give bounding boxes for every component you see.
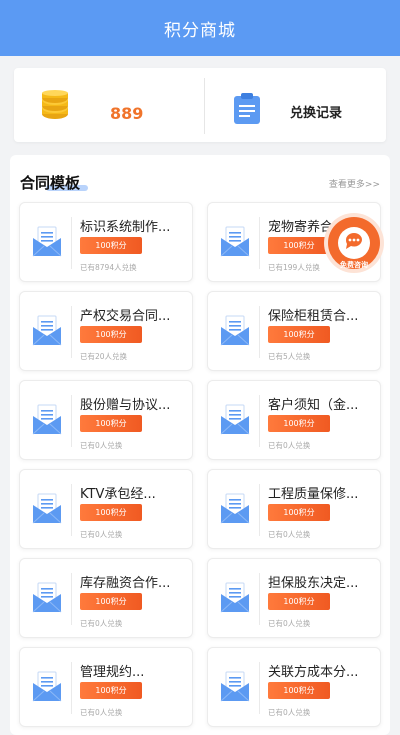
card-title: 保险柜租赁合... xyxy=(268,309,359,324)
redeem-count: 已有0人兑换 xyxy=(80,708,123,717)
template-card[interactable]: 客户须知（金... 100积分 已有0人兑换 xyxy=(207,380,381,460)
card-title: 担保股东决定... xyxy=(268,576,359,591)
redeem-count: 已有0人兑换 xyxy=(268,619,311,628)
card-title: 标识系统制作... xyxy=(80,220,171,235)
card-divider xyxy=(71,306,72,358)
template-card[interactable]: 产权交易合同... 100积分 已有20人兑换 xyxy=(19,291,193,371)
points-price-button[interactable]: 100积分 xyxy=(80,593,142,610)
points-price-button[interactable]: 100积分 xyxy=(268,504,330,521)
redeem-count: 已有8794人兑换 xyxy=(80,263,137,272)
points-price-button[interactable]: 100积分 xyxy=(80,326,142,343)
envelope-document-icon xyxy=(220,492,250,524)
view-more-link[interactable]: 查看更多>> xyxy=(329,177,380,190)
card-title: 关联方成本分... xyxy=(268,665,359,680)
points-price-button[interactable]: 100积分 xyxy=(268,415,330,432)
free-consult-label: 免费咨询 xyxy=(340,261,368,269)
template-card[interactable]: 股份赠与协议... 100积分 已有0人兑换 xyxy=(19,380,193,460)
template-card[interactable]: 管理规约... 100积分 已有0人兑换 xyxy=(19,647,193,727)
card-divider xyxy=(259,306,260,358)
card-divider xyxy=(259,662,260,714)
points-card: 889 兑换记录 xyxy=(14,68,386,142)
card-divider xyxy=(71,217,72,269)
envelope-document-icon xyxy=(220,314,250,346)
clipboard-icon[interactable] xyxy=(232,92,262,124)
card-divider xyxy=(71,662,72,714)
redeem-count: 已有0人兑换 xyxy=(268,708,311,717)
redeem-count: 已有0人兑换 xyxy=(80,530,123,539)
template-card[interactable]: 保险柜租赁合... 100积分 已有5人兑换 xyxy=(207,291,381,371)
card-title: 管理规约... xyxy=(80,665,145,680)
envelope-document-icon xyxy=(220,581,250,613)
redeem-count: 已有5人兑换 xyxy=(268,352,311,361)
points-price-button[interactable]: 100积分 xyxy=(268,593,330,610)
redeem-count: 已有0人兑换 xyxy=(80,441,123,450)
redeem-count: 已有0人兑换 xyxy=(80,619,123,628)
redeem-count: 已有0人兑换 xyxy=(268,441,311,450)
redeem-count: 已有199人兑换 xyxy=(268,263,320,272)
divider xyxy=(204,78,205,134)
card-title: 库存融资合作... xyxy=(80,576,171,591)
card-divider xyxy=(71,484,72,536)
card-title: 产权交易合同... xyxy=(80,309,171,324)
envelope-document-icon xyxy=(32,403,62,435)
envelope-document-icon xyxy=(32,492,62,524)
envelope-document-icon xyxy=(32,314,62,346)
envelope-document-icon xyxy=(32,581,62,613)
coins-icon xyxy=(42,90,68,119)
template-card[interactable]: 标识系统制作... 100积分 已有8794人兑换 xyxy=(19,202,193,282)
points-value: 889 xyxy=(110,104,144,123)
card-title: 客户须知（金... xyxy=(268,398,359,413)
envelope-document-icon xyxy=(32,225,62,257)
redeem-count: 已有20人兑换 xyxy=(80,352,128,361)
points-price-button[interactable]: 100积分 xyxy=(80,415,142,432)
card-divider xyxy=(71,573,72,625)
envelope-document-icon xyxy=(220,225,250,257)
points-price-button[interactable]: 100积分 xyxy=(268,237,330,254)
card-divider xyxy=(71,395,72,447)
envelope-document-icon xyxy=(220,670,250,702)
points-price-button[interactable]: 100积分 xyxy=(268,326,330,343)
template-card[interactable]: 担保股东决定... 100积分 已有0人兑换 xyxy=(207,558,381,638)
envelope-document-icon xyxy=(220,403,250,435)
template-card[interactable]: 关联方成本分... 100积分 已有0人兑换 xyxy=(207,647,381,727)
free-consult-button[interactable]: 免费咨询 xyxy=(322,211,386,275)
card-divider xyxy=(259,395,260,447)
card-title: 工程质量保修... xyxy=(268,487,359,502)
card-title: KTV承包经... xyxy=(80,487,156,502)
redeem-count: 已有0人兑换 xyxy=(268,530,311,539)
exchange-record-link[interactable]: 兑换记录 xyxy=(290,102,342,121)
card-divider xyxy=(259,217,260,269)
points-price-button[interactable]: 100积分 xyxy=(80,504,142,521)
page-title: 积分商城 xyxy=(164,20,236,41)
points-price-button[interactable]: 100积分 xyxy=(268,682,330,699)
card-divider xyxy=(259,484,260,536)
template-card[interactable]: 库存融资合作... 100积分 已有0人兑换 xyxy=(19,558,193,638)
header: 积分商城 xyxy=(0,0,400,56)
card-title: 股份赠与协议... xyxy=(80,398,171,413)
card-divider xyxy=(259,573,260,625)
points-price-button[interactable]: 100积分 xyxy=(80,682,142,699)
template-card[interactable]: KTV承包经... 100积分 已有0人兑换 xyxy=(19,469,193,549)
points-price-button[interactable]: 100积分 xyxy=(80,237,142,254)
envelope-document-icon xyxy=(32,670,62,702)
template-card[interactable]: 工程质量保修... 100积分 已有0人兑换 xyxy=(207,469,381,549)
section-title: 合同模板 xyxy=(20,174,81,192)
